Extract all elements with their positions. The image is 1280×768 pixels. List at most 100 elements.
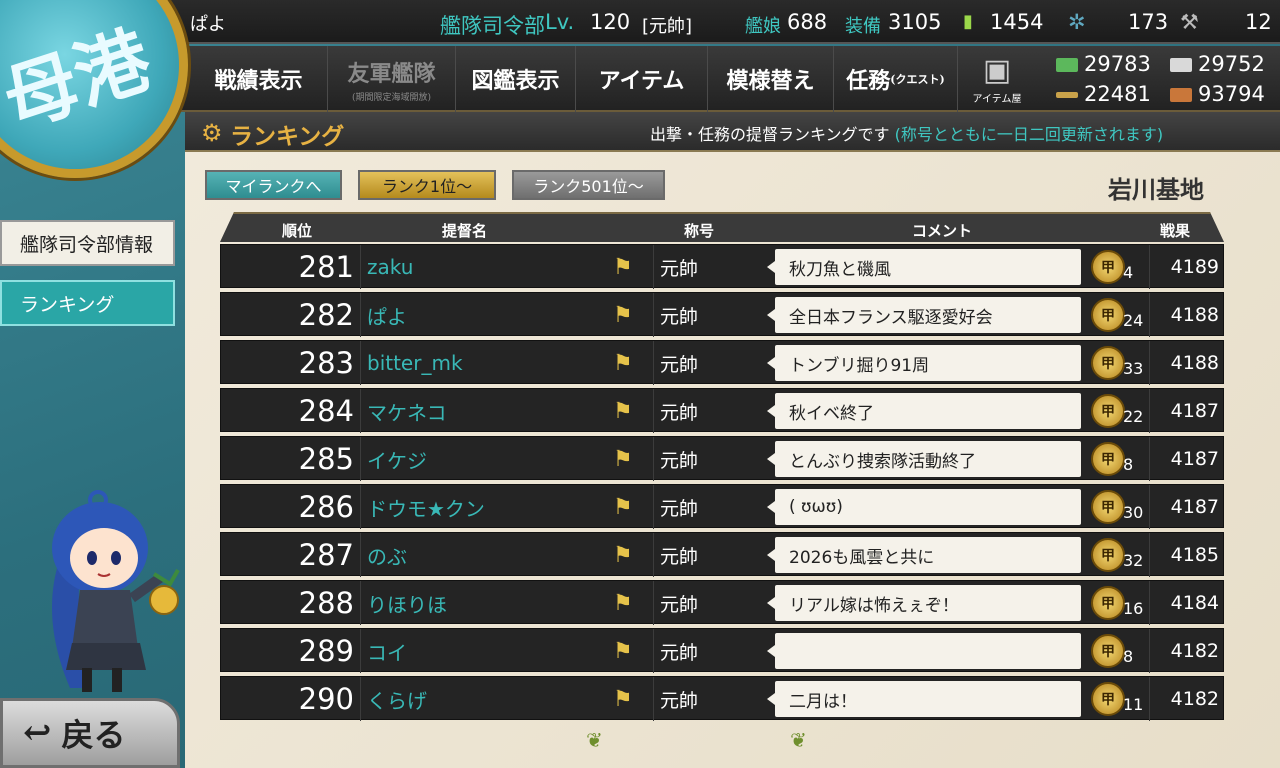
- bauxite-icon: [1170, 88, 1192, 102]
- flag-icon: ⚑: [613, 686, 633, 712]
- medal-glyph: 甲: [1101, 548, 1115, 564]
- table-row[interactable]: 281 zaku ⚑ 元帥 秋刀魚と磯風甲 4 4189: [220, 244, 1224, 289]
- rank-501-button[interactable]: ランク501位～: [512, 170, 665, 200]
- row-score: 4184: [1149, 581, 1221, 625]
- section-title-bar: ⚙ ランキング 出撃・任務の提督ランキングです (称号とともに一日二回更新されま…: [185, 112, 1280, 152]
- menu-friend-fleet[interactable]: 友軍艦隊 (期間限定海域開放): [328, 46, 456, 112]
- row-rank: 289: [221, 629, 361, 673]
- leaf-ornament-icon: ❦: [790, 728, 807, 752]
- row-rank: 283: [221, 341, 361, 385]
- row-title: 元帥: [653, 581, 765, 625]
- row-title: 元帥: [653, 389, 765, 433]
- row-comment: ( ʊωʊ): [767, 489, 1081, 525]
- shop-icon: ▣: [982, 53, 1012, 88]
- medal-glyph: 甲: [1101, 500, 1115, 516]
- medal-glyph: 甲: [1101, 308, 1115, 324]
- table-row[interactable]: 284 マケネコ ⚑ 元帥 秋イベ終了 甲 22 4187: [220, 388, 1224, 433]
- menu-items[interactable]: アイテム: [576, 46, 708, 112]
- medal-glyph: 甲: [1101, 356, 1115, 372]
- menu-furniture[interactable]: 模様替え: [708, 46, 834, 112]
- player-name: ぱよ: [190, 14, 226, 35]
- medal-icon: 甲: [1091, 442, 1125, 476]
- row-title: 元帥: [653, 245, 765, 289]
- row-score: 4188: [1149, 293, 1221, 337]
- home-port-emblem[interactable]: 母港: [0, 0, 188, 178]
- side-nav-label: 艦隊司令部情報: [20, 233, 154, 256]
- table-row[interactable]: 288 りほりほ ⚑ 元帥 リアル嫁は怖えぇぞ！ 甲 16 4184: [220, 580, 1224, 625]
- row-score: 4187: [1149, 485, 1221, 529]
- row-score: 4188: [1149, 341, 1221, 385]
- bucket-icon: ▮: [963, 11, 973, 32]
- back-button[interactable]: ↩ 戻る: [0, 698, 180, 768]
- menu-battle-record[interactable]: 戦績表示: [190, 46, 328, 112]
- page-description: 出撃・任務の提督ランキングです (称号とともに一日二回更新されます): [650, 121, 1163, 145]
- row-admiral-name: コイ: [367, 640, 407, 665]
- row-score: 4185: [1149, 533, 1221, 577]
- row-admiral-name: bitter_mk: [367, 351, 463, 375]
- equip-count: 3105: [888, 10, 942, 34]
- medal-glyph: 甲: [1101, 644, 1115, 660]
- row-comment: 全日本フランス駆逐愛好会: [767, 297, 1081, 333]
- menu-quest[interactable]: 任務 (クエスト): [834, 46, 958, 112]
- item-shop-button[interactable]: ▣ アイテム屋: [960, 46, 1034, 112]
- leaf-ornament-icon: ❦: [586, 728, 603, 752]
- equip-label: 装備: [845, 16, 881, 37]
- table-row[interactable]: 289 コイ ⚑ 元帥甲 8 4182: [220, 628, 1224, 673]
- table-row[interactable]: 287 のぶ ⚑ 元帥 2026も風雲と共に 甲 32 4185: [220, 532, 1224, 577]
- row-admiral-name: マケネコ: [367, 400, 447, 425]
- medal-glyph: 甲: [1101, 452, 1115, 468]
- menu-encyclopedia[interactable]: 図鑑表示: [456, 46, 576, 112]
- page-title: ランキング: [230, 123, 345, 150]
- side-nav-label: ランキング: [20, 293, 115, 316]
- flag-icon: ⚑: [613, 494, 633, 520]
- row-title: 元帥: [653, 533, 765, 577]
- row-admiral-name: くらげ: [367, 688, 427, 713]
- row-comment: 秋イベ終了: [767, 393, 1081, 429]
- side-nav-ranking[interactable]: ランキング: [0, 280, 175, 326]
- row-admiral-name: ドウモ★クン: [367, 496, 485, 521]
- table-row[interactable]: 283 bitter_mk ⚑ 元帥 トンブリ掘り91周 甲 33 4188: [220, 340, 1224, 385]
- row-title: 元帥: [653, 341, 765, 385]
- header-comment: コメント: [912, 222, 973, 240]
- header-title: 称号: [684, 222, 715, 240]
- base-name: 岩川基地: [1108, 175, 1204, 204]
- secretary-ship-chibi: [52, 490, 180, 692]
- menu-label: 戦績表示: [214, 68, 303, 94]
- row-admiral-name: ぱよ: [367, 304, 407, 329]
- medal-count: 33: [1123, 359, 1144, 378]
- flag-icon: ⚑: [613, 254, 633, 280]
- flag-icon: ⚑: [613, 638, 633, 664]
- table-row[interactable]: 290 くらげ ⚑ 元帥 二月は！ 甲 11 4182: [220, 676, 1224, 721]
- table-row[interactable]: 282 ぱよ ⚑ 元帥 全日本フランス駆逐愛好会 甲 24 4188: [220, 292, 1224, 337]
- table-header: 順位 提督名 称号 コメント 戦果: [220, 212, 1224, 242]
- medal-count: 8: [1123, 647, 1134, 666]
- my-rank-button[interactable]: マイランクへ: [205, 170, 342, 200]
- table-row[interactable]: 286 ドウモ★クン ⚑ 元帥( ʊωʊ) 甲 30 4187: [220, 484, 1224, 529]
- side-nav-hq-info[interactable]: 艦隊司令部情報: [0, 220, 175, 266]
- ammo-icon: [1170, 58, 1192, 72]
- steel-icon: [1056, 92, 1078, 98]
- row-title: 元帥: [653, 485, 765, 529]
- row-comment: リアル嫁は怖えぇぞ！: [767, 585, 1081, 621]
- medal-icon: 甲: [1091, 634, 1125, 668]
- medal-count: 16: [1123, 599, 1144, 618]
- back-arrow-icon: ↩: [23, 713, 52, 753]
- medal-count: 22: [1123, 407, 1144, 426]
- rank-1-button[interactable]: ランク1位～: [358, 170, 496, 200]
- row-title: 元帥: [653, 437, 765, 481]
- row-medal: 甲 16: [1091, 581, 1147, 625]
- row-comment: 秋刀魚と磯風: [767, 249, 1081, 285]
- table-row[interactable]: 285 イケジ ⚑ 元帥 とんぶり捜索隊活動終了甲 8 4187: [220, 436, 1224, 481]
- medal-icon: 甲: [1091, 538, 1125, 572]
- status-bar: ぱよ 艦隊司令部 Lv. 120 [元帥] 艦娘 688 装備 3105 ▮ 1…: [0, 0, 1280, 44]
- ship-count: 688: [787, 10, 828, 34]
- flag-icon: ⚑: [613, 398, 633, 424]
- medal-icon: 甲: [1091, 250, 1125, 284]
- row-medal: 甲 11: [1091, 677, 1147, 721]
- row-score: 4182: [1149, 629, 1221, 673]
- hq-label: 艦隊司令部: [440, 14, 545, 38]
- header-rank: 順位: [282, 222, 313, 240]
- menu-label: 任務: [846, 68, 891, 94]
- gear-icon: ⚙: [201, 119, 223, 147]
- row-rank: 287: [221, 533, 361, 577]
